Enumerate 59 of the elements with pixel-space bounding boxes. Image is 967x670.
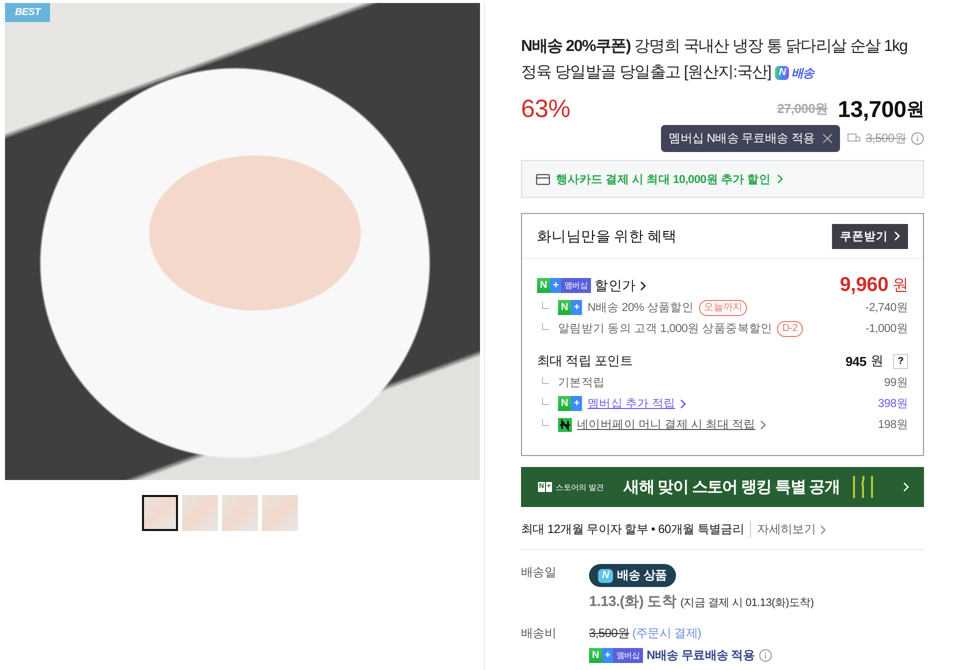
credit-card-icon [536, 174, 550, 185]
chevron-icon [680, 398, 686, 409]
currency: 원 [906, 98, 924, 122]
delivery-date-label: 배송일 [521, 564, 558, 582]
banner-text: 새해 맞이 스토어 랭킹 특별 공개 [624, 478, 840, 498]
npay-icon [558, 418, 572, 432]
chevron-icon [894, 231, 900, 242]
point-text: 기본적립 [558, 376, 605, 390]
coupon-button[interactable]: 쿠폰받기 [832, 224, 908, 249]
point-amount: 198원 [878, 418, 908, 432]
thumbnail[interactable] [262, 495, 298, 531]
card-promo-text: 행사카드 결제 시 최대 10,000원 추가 할인 [556, 172, 771, 187]
original-price: 27,000원 [777, 100, 828, 118]
sale-price: 9,960 [840, 274, 888, 298]
truck-icon [846, 133, 861, 144]
discount-tag: 오늘까지 [698, 300, 748, 316]
chevron-icon [820, 524, 826, 535]
thumbnail[interactable] [182, 495, 218, 531]
info-icon[interactable] [758, 649, 772, 662]
npay-points-link[interactable]: 네이버페이 머니 결제 시 최대 적립 [577, 417, 756, 432]
points-label: 최대 적립 포인트 [537, 352, 633, 370]
details-link[interactable]: 자세히보기 [750, 521, 826, 538]
shipping-fee: 3,500원 [866, 130, 906, 147]
discount-tag: D-2 [777, 320, 803, 337]
sale-price-label: 할인가 [594, 276, 636, 295]
chevron-icon [903, 482, 909, 492]
discount-text: 알림받기 동의 고객 1,000원 상품중복할인 [558, 322, 772, 336]
chevron-icon [760, 420, 766, 430]
delivery-fee-label: 배송비 [521, 625, 558, 642]
chevron-icon [776, 174, 783, 184]
points-amount: 945 [846, 354, 866, 369]
help-button[interactable]: ? [893, 354, 908, 369]
installment-text: 최대 12개월 무이자 할부 • 60개월 특별금리 [521, 521, 744, 538]
price: 13,700 [838, 96, 906, 123]
free-shipping-text: N배송 무료배송 적용 [646, 647, 755, 664]
point-amount: 398원 [878, 397, 908, 412]
best-badge: BEST [5, 3, 50, 22]
delivery-fee: 3,500원 [589, 626, 630, 640]
discount-rate: 63% [521, 94, 570, 124]
close-icon[interactable] [822, 134, 832, 143]
discount-amount: -1,000원 [865, 322, 908, 336]
n-delivery-badge: N 배송 상품 [589, 564, 676, 588]
product-title: N배송 20%쿠폰) 강명희 국내산 냉장 통 닭다리살 순살 1kg 정육 당일발골 당일출고 [원산지:국산] N 배송 [521, 34, 924, 86]
thumbnail[interactable] [222, 495, 258, 531]
discount-text: N배송 20% 상품할인 [587, 301, 694, 316]
sale-price-unit: 원 [892, 276, 908, 296]
chevron-icon [640, 280, 646, 291]
n-delivery-badge: N 배송 [774, 60, 814, 86]
benefits-title: 화니님만을 위한 혜택 [537, 228, 677, 246]
fee-note: (주문시 결제) [632, 626, 702, 640]
banner-brand: 스토어의 발견 [556, 482, 604, 493]
point-amount: 99원 [884, 376, 908, 390]
arrival-date: 1.13.(화) 도착 (지금 결제 시 01.13(화)도착) [589, 593, 814, 612]
discount-amount: -2,740원 [865, 301, 908, 316]
thumbnail[interactable] [142, 495, 178, 531]
tooltip: 멤버십 N배송 무료배송 적용 [660, 124, 840, 152]
membership-points-link[interactable]: 멤버십 추가 적립 [587, 396, 676, 412]
points-unit: 원 [870, 352, 883, 370]
info-icon[interactable] [911, 132, 924, 145]
